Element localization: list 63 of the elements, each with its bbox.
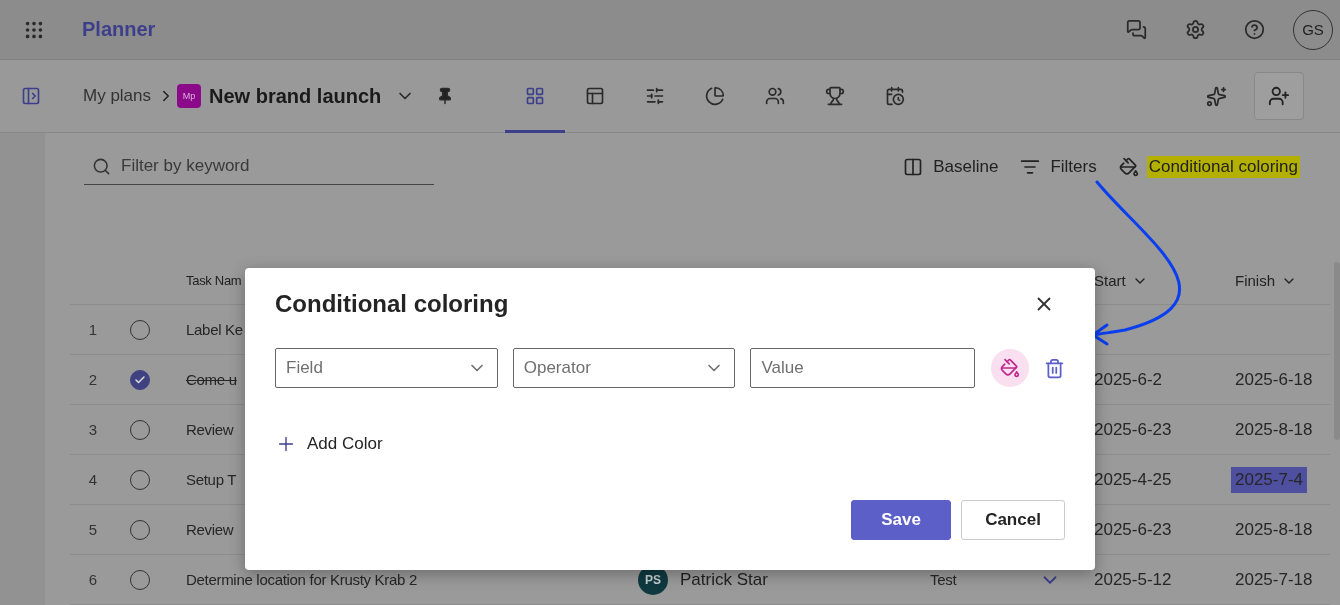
dialog-title: Conditional coloring	[275, 290, 509, 318]
start-date: 2025-6-23	[1094, 519, 1172, 540]
row-number: 6	[87, 571, 99, 588]
settings-icon[interactable]	[1184, 19, 1206, 40]
grid-icon	[525, 86, 546, 106]
delete-icon[interactable]	[1044, 357, 1065, 379]
bucket-name: Test	[929, 571, 958, 588]
paint-bucket-icon	[1118, 156, 1139, 177]
assignee-name: Patrick Star	[680, 569, 768, 590]
color-picker-button[interactable]	[991, 349, 1029, 387]
add-color-button[interactable]: Add Color	[275, 433, 383, 455]
breadcrumb-link[interactable]: My plans	[83, 86, 152, 106]
task-name: Setup T	[185, 471, 238, 488]
app-title: Planner	[82, 18, 156, 41]
panel-toggle-icon[interactable]	[21, 86, 41, 106]
check-icon	[134, 373, 146, 386]
row-number: 3	[87, 421, 99, 438]
plan-name: New brand launch	[209, 84, 382, 108]
add-member-button[interactable]	[1254, 72, 1304, 120]
field-dropdown[interactable]: Field	[275, 348, 498, 388]
search-icon	[92, 156, 111, 176]
pie-chart-icon	[705, 86, 726, 106]
column-header[interactable]: Finish	[1213, 272, 1330, 289]
finish-date: 2025-8-18	[1235, 419, 1313, 440]
plan-badge: Mp	[177, 84, 202, 108]
finish-date: 2025-8-18	[1235, 519, 1313, 540]
task-name: Label Ke	[185, 321, 244, 338]
filter-field[interactable]: Filter by keyword	[119, 155, 409, 177]
help-icon[interactable]	[1243, 19, 1265, 40]
sliders-icon	[645, 86, 666, 106]
board-icon	[585, 86, 606, 106]
paint-bucket-icon	[1000, 358, 1021, 378]
people-icon	[765, 86, 786, 106]
operator-dropdown[interactable]: Operator	[512, 348, 736, 388]
finish-date: 2025-6-18	[1235, 369, 1313, 390]
calendar-clock-icon	[885, 86, 906, 106]
toolbar-button[interactable]: Filters	[1020, 155, 1099, 178]
chat-icon[interactable]	[1125, 19, 1147, 40]
trophy-icon	[825, 86, 846, 106]
column-header: Task Nam	[185, 273, 243, 288]
start-date: 2025-4-25	[1094, 469, 1172, 490]
task-checkbox[interactable]	[130, 369, 150, 390]
finish-date: 2025-7-4	[1231, 466, 1308, 493]
task-name: Review	[185, 521, 235, 538]
columns-icon	[903, 156, 924, 177]
row-number: 5	[87, 521, 99, 538]
task-name: Come u	[185, 371, 238, 388]
task-name: Review	[185, 421, 235, 438]
start-date: 2025-6-2	[1094, 369, 1163, 390]
row-number: 4	[87, 471, 99, 488]
start-date: 2025-5-12	[1094, 569, 1172, 590]
column-header[interactable]: Start	[1072, 272, 1213, 289]
value-field[interactable]: Value	[750, 348, 976, 388]
sparkle-icon[interactable]	[1205, 85, 1227, 107]
cancel-button[interactable]: Cancel	[961, 500, 1065, 540]
row-number: 1	[87, 321, 99, 338]
finish-date: 2025-7-18	[1235, 569, 1313, 590]
task-name: Determine location for Krusty Krab 2	[185, 571, 418, 588]
start-date: 2025-6-23	[1094, 419, 1172, 440]
add-person-icon	[1268, 85, 1290, 107]
save-button[interactable]: Save	[851, 500, 951, 540]
toolbar-button[interactable]: Baseline	[903, 155, 1001, 178]
row-number: 2	[87, 371, 99, 388]
